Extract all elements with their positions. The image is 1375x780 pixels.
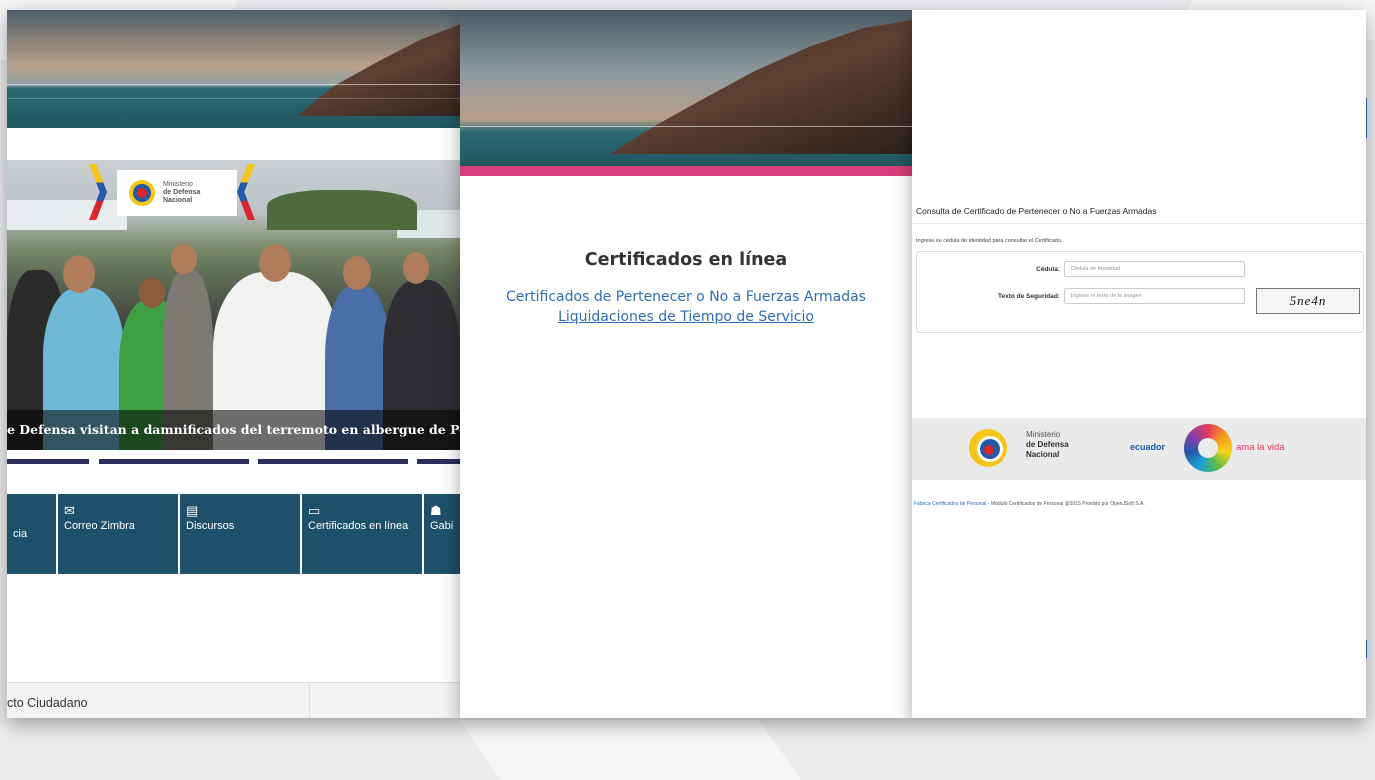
certificados-panel: Certificados en línea Certificados de Pe… xyxy=(460,10,912,718)
tile-discursos[interactable]: ▤ Discursos xyxy=(180,494,302,574)
logo-strip: Ministerio de Defensa Nacional ecuador a… xyxy=(912,418,1366,480)
slider-indicator[interactable] xyxy=(7,459,89,464)
hero-banner xyxy=(7,10,460,128)
link-liquidaciones[interactable]: Liquidaciones de Tiempo de Servicio xyxy=(558,309,814,325)
homepage-panel: Ministerio de Defensa Nacional e Defensa… xyxy=(7,10,460,718)
ministry-logo: Ministerio de Defensa Nacional xyxy=(117,170,237,216)
ecuador-label: ecuador xyxy=(1130,442,1166,452)
tile-partial[interactable]: cia xyxy=(7,494,58,574)
tile-label: Certificados en línea xyxy=(308,520,409,532)
quick-links: cia ✉ Correo Zimbra ▤ Discursos ▭ Certif… xyxy=(7,494,460,574)
contacto-ciudadano-link[interactable]: cto Ciudadano xyxy=(7,683,310,718)
speech-bubble-icon: ▤ xyxy=(186,503,199,518)
envelope-icon: ✉ xyxy=(64,503,75,518)
page-title: Consulta de Certificado de Pertenecer o … xyxy=(916,206,1157,216)
slider-indicator[interactable] xyxy=(417,459,460,464)
cedula-label: Cédula: xyxy=(1036,266,1060,273)
tile-label: Correo Zimbra xyxy=(64,520,135,532)
footer-text: Fábrica Certificados de Personal - Módul… xyxy=(914,501,1145,507)
news-photo[interactable]: Ministerio de Defensa Nacional xyxy=(7,160,460,450)
seguridad-label: Texto de Seguridad: xyxy=(998,293,1060,300)
ecuador-sun-icon xyxy=(1184,424,1232,472)
link-certificado-fuerzas-armadas[interactable]: Certificados de Pertenecer o No a Fuerza… xyxy=(506,289,866,305)
tile-label: cia xyxy=(13,528,28,540)
hero-banner xyxy=(460,10,912,166)
tile-gabinete[interactable]: ☗ Gabi xyxy=(424,494,460,574)
ministry-logo xyxy=(969,429,1007,467)
page-title: Certificados en línea xyxy=(584,250,788,270)
tile-correo-zimbra[interactable]: ✉ Correo Zimbra xyxy=(58,494,180,574)
slider-indicator[interactable] xyxy=(99,459,249,464)
tile-label: Gabi xyxy=(430,520,454,532)
tile-certificados[interactable]: ▭ Certificados en línea xyxy=(302,494,424,574)
ama-la-vida-label: ama la vida xyxy=(1236,442,1285,453)
tile-label: Discursos xyxy=(186,520,235,532)
captcha-image: 5ne4n xyxy=(1256,288,1360,314)
footer-bar: cto Ciudadano xyxy=(7,682,460,718)
consulta-panel: Consulta de Certificado de Pertenecer o … xyxy=(912,10,1366,718)
slider-indicator[interactable] xyxy=(258,459,408,464)
background-shape xyxy=(458,720,802,780)
monitor-icon: ▭ xyxy=(308,503,321,518)
accent-bar xyxy=(460,166,912,176)
instruction-text: Ingrese su cédula de identidad para cons… xyxy=(916,238,1063,244)
captcha-input[interactable]: Ingrese el texto de la imagen xyxy=(1064,288,1245,304)
footer-link[interactable]: Fábrica Certificados de Personal xyxy=(914,501,987,507)
people-icon: ☗ xyxy=(430,503,442,518)
ministry-name: Ministerio de Defensa Nacional xyxy=(1026,430,1069,459)
photo-caption[interactable]: e Defensa visitan a damnificados del ter… xyxy=(7,410,460,450)
cedula-input[interactable]: Cédula de Identidad xyxy=(1064,261,1245,277)
